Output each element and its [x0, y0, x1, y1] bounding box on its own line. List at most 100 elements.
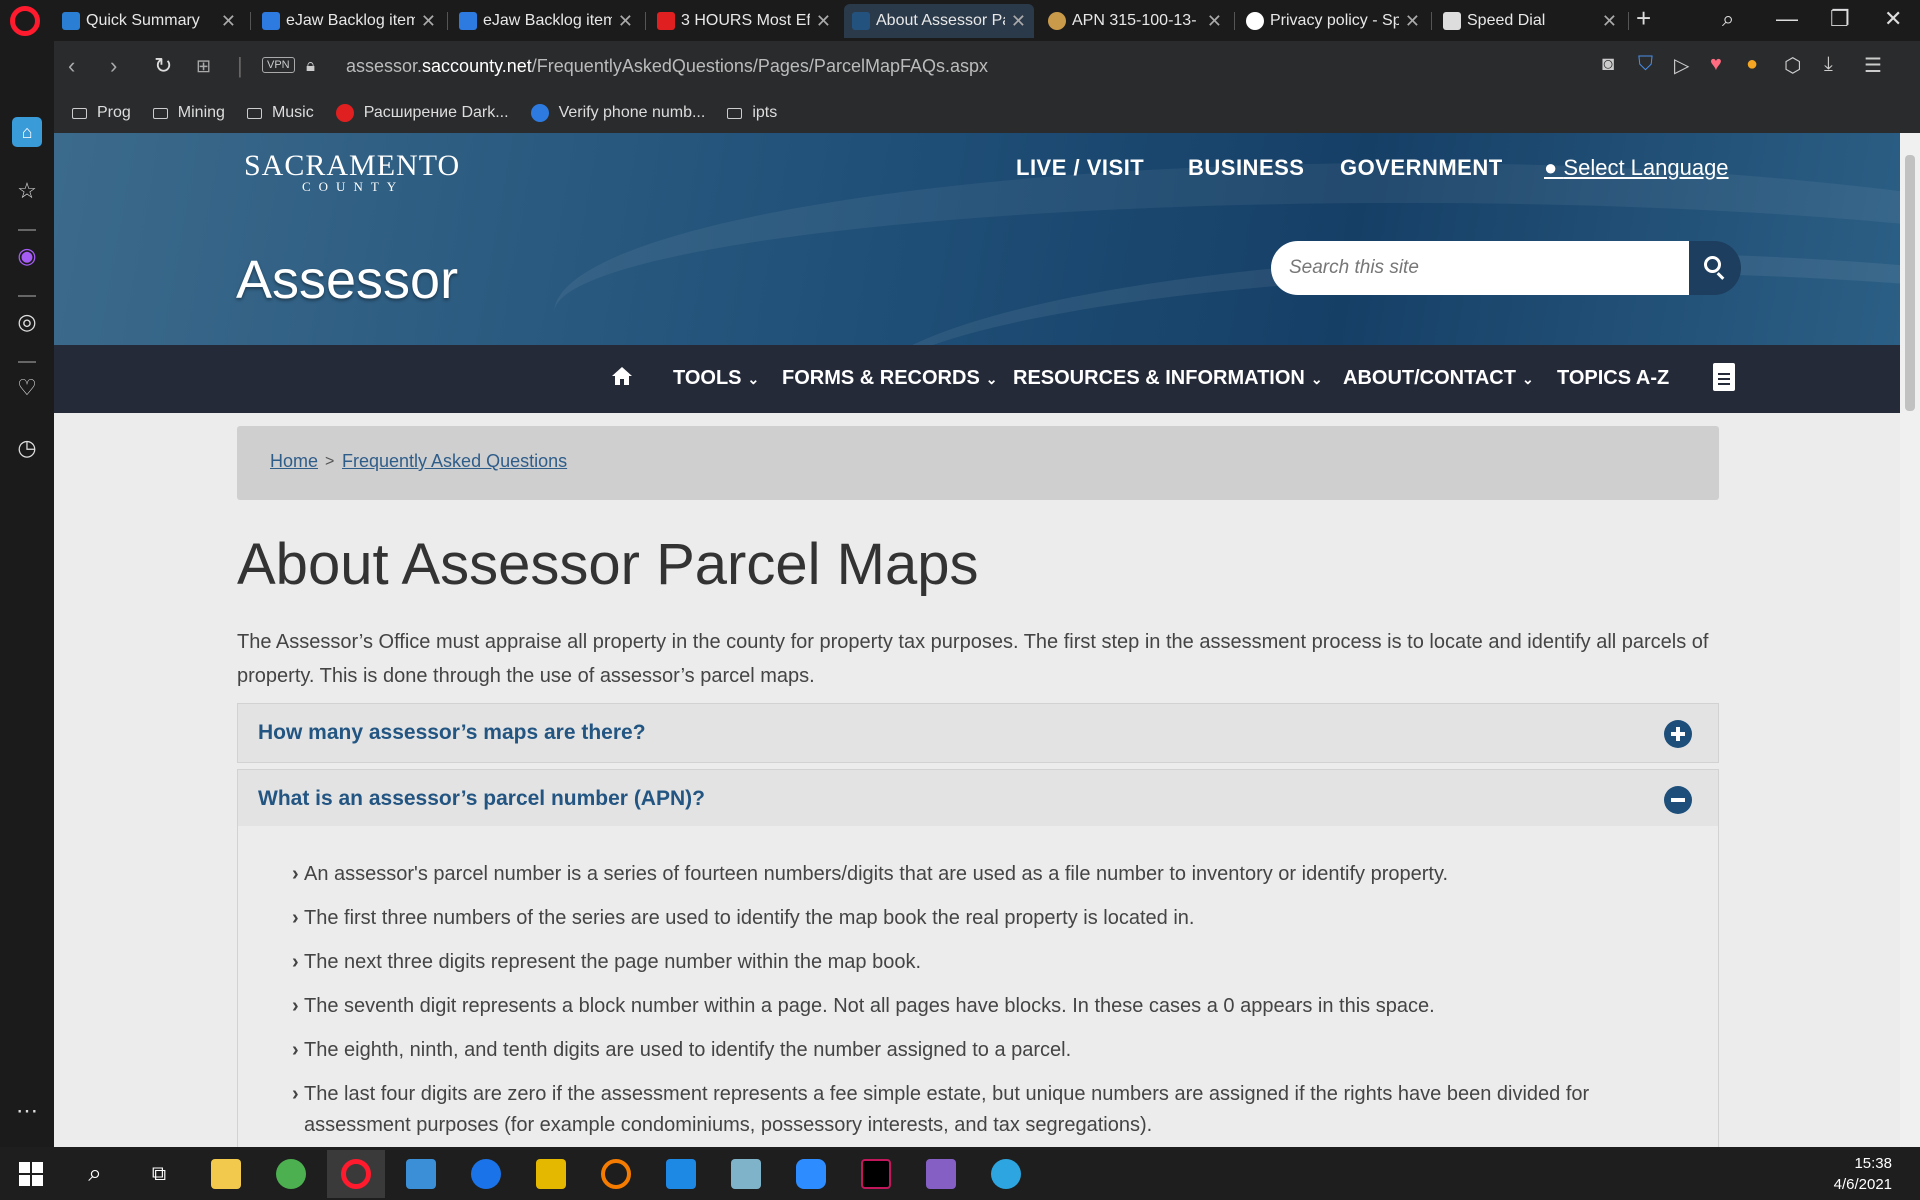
shield-icon[interactable]: ⛉: [1638, 53, 1653, 76]
site-icon: [530, 104, 549, 122]
nav-topics-az[interactable]: TOPICS A-Z: [1557, 367, 1669, 390]
url-field[interactable]: assessor.saccounty.net/FrequentlyAskedQu…: [346, 56, 988, 77]
bookmark-folder[interactable]: ipts: [727, 104, 777, 122]
close-tab-icon[interactable]: ✕: [816, 11, 831, 32]
document-icon[interactable]: [1713, 363, 1735, 391]
folder-icon: [72, 107, 87, 119]
new-tab-button[interactable]: +: [1636, 3, 1651, 34]
windows-start-icon[interactable]: [19, 1162, 43, 1186]
easy-setup-icon[interactable]: ☰: [1864, 53, 1882, 78]
opera-icon: [335, 104, 354, 122]
telegram-icon[interactable]: [977, 1150, 1035, 1198]
vpn-badge[interactable]: VPN: [262, 57, 295, 73]
close-tab-icon[interactable]: ✕: [1405, 11, 1420, 32]
faq-item-expanded[interactable]: What is an assessor’s parcel number (APN…: [237, 769, 1719, 829]
county-logo[interactable]: SACRAMENTO COUNTY: [244, 149, 460, 195]
back-icon[interactable]: ‹: [68, 53, 75, 79]
task-view-icon[interactable]: ⧉: [130, 1150, 188, 1198]
tab[interactable]: eJaw Backlog item ✕: [254, 4, 444, 38]
tab[interactable]: Privacy policy - Sp ✕: [1238, 4, 1428, 38]
close-tab-icon[interactable]: ✕: [1011, 11, 1026, 32]
star-icon[interactable]: ☆: [12, 176, 42, 206]
search-button[interactable]: [1689, 241, 1741, 295]
nav-about-contact[interactable]: ABOUT/CONTACT ⌄: [1343, 367, 1534, 390]
notes-app-icon[interactable]: [522, 1150, 580, 1198]
home-sidebar-icon[interactable]: ⌂: [12, 117, 42, 147]
close-window-button[interactable]: ✕: [1884, 6, 1902, 32]
tab[interactable]: Quick Summary ✕: [54, 4, 244, 38]
tab-active[interactable]: About Assessor Pa ✕: [844, 4, 1034, 38]
restore-button[interactable]: ❐: [1830, 6, 1850, 32]
faq-item-collapsed[interactable]: How many assessor’s maps are there?: [237, 703, 1719, 763]
chevron-right-icon: ›: [292, 995, 299, 1017]
page-scrollbar[interactable]: [1900, 133, 1920, 1147]
nav-business[interactable]: BUSINESS: [1188, 155, 1304, 181]
tabs-grid-icon[interactable]: ⊞: [196, 56, 211, 77]
breadcrumb-home-link[interactable]: Home: [270, 451, 318, 472]
close-tab-icon[interactable]: ✕: [618, 11, 633, 32]
rider-icon[interactable]: [847, 1150, 905, 1198]
select-language-link[interactable]: ● Select Language: [1544, 155, 1729, 181]
nav-tools[interactable]: TOOLS ⌄: [673, 367, 759, 390]
camera-icon[interactable]: ◙: [1602, 53, 1614, 76]
zoom-icon[interactable]: [782, 1150, 840, 1198]
search-icon: [1704, 256, 1721, 273]
forward-icon[interactable]: ›: [110, 53, 117, 79]
visual-studio-icon[interactable]: [912, 1150, 970, 1198]
file-explorer-icon[interactable]: [197, 1150, 255, 1198]
bookmark-site[interactable]: Verify phone numb...: [530, 104, 705, 122]
headphones-app-icon[interactable]: [587, 1150, 645, 1198]
chrome-icon[interactable]: [262, 1150, 320, 1198]
minimize-button[interactable]: —: [1776, 6, 1798, 32]
close-tab-icon[interactable]: ✕: [221, 11, 236, 32]
tab[interactable]: eJaw Backlog item ✕: [451, 4, 641, 38]
collapse-minus-icon[interactable]: [1664, 786, 1692, 814]
scrollbar-thumb[interactable]: [1905, 155, 1915, 411]
tab[interactable]: 3 HOURS Most Eff ✕: [649, 4, 839, 38]
expand-plus-icon[interactable]: [1664, 720, 1692, 748]
more-icon[interactable]: ⋯: [12, 1096, 42, 1126]
nav-forms-records[interactable]: FORMS & RECORDS ⌄: [782, 367, 998, 390]
notepad-icon[interactable]: [717, 1150, 775, 1198]
list-item: › The next three digits represent the pag…: [292, 947, 1674, 978]
download-icon[interactable]: ⤓: [1824, 53, 1833, 76]
close-tab-icon[interactable]: ✕: [1602, 11, 1617, 32]
bookmark-folder[interactable]: Music: [246, 104, 314, 122]
history-clock-icon[interactable]: ◷: [12, 433, 42, 463]
tab[interactable]: Speed Dial ✕: [1435, 4, 1625, 38]
bulb-icon[interactable]: ●: [1746, 53, 1758, 76]
messenger-icon[interactable]: ◉: [12, 241, 42, 271]
tab[interactable]: APN 315-100-13- ✕: [1040, 4, 1230, 38]
close-tab-icon[interactable]: ✕: [421, 11, 436, 32]
bookmark-folder[interactable]: Mining: [152, 104, 225, 122]
close-tab-icon[interactable]: ✕: [1207, 11, 1222, 32]
bookmark-folder[interactable]: Prog: [72, 104, 131, 122]
breadcrumb-faq-link[interactable]: Frequently Asked Questions: [342, 451, 567, 472]
todo-app-icon[interactable]: [392, 1150, 450, 1198]
devops-favicon-icon: [459, 12, 477, 30]
chevron-down-icon: ⌄: [1521, 371, 1534, 387]
nav-government[interactable]: GOVERNMENT: [1340, 155, 1503, 181]
opera-menu-icon[interactable]: [10, 6, 40, 36]
nav-live-visit[interactable]: LIVE / VISIT: [1016, 155, 1144, 181]
reload-icon[interactable]: ↻: [154, 53, 172, 79]
cube-icon[interactable]: ⬡: [1784, 53, 1801, 78]
faq-question: What is an assessor’s parcel number (APN…: [258, 787, 705, 810]
vscode-icon[interactable]: [652, 1150, 710, 1198]
send-icon[interactable]: ▷: [1674, 53, 1689, 78]
heart-filled-icon[interactable]: ♥: [1710, 53, 1722, 76]
opera-taskbar-icon[interactable]: [327, 1150, 385, 1198]
maps-icon[interactable]: [457, 1150, 515, 1198]
search-input[interactable]: Search this site: [1271, 241, 1689, 295]
search-taskbar-icon[interactable]: ⌕: [66, 1150, 124, 1198]
system-clock[interactable]: 15:38 4/6/2021: [1834, 1153, 1892, 1195]
tab-search-icon[interactable]: ⌕: [1722, 6, 1734, 32]
heart-icon[interactable]: ♡: [12, 373, 42, 403]
opera-sidebar: ⌂ ☆ ◉ ◎ ♡ ◷ ⋯: [0, 41, 54, 1147]
player-icon[interactable]: ◎: [12, 307, 42, 337]
bookmark-site[interactable]: Расширение Dark...: [335, 104, 509, 122]
speed-dial-favicon-icon: [1443, 12, 1461, 30]
lock-icon[interactable]: 🔒︎: [306, 56, 315, 76]
nav-resources-information[interactable]: RESOURCES & INFORMATION ⌄: [1013, 367, 1323, 390]
home-icon[interactable]: [611, 365, 633, 387]
